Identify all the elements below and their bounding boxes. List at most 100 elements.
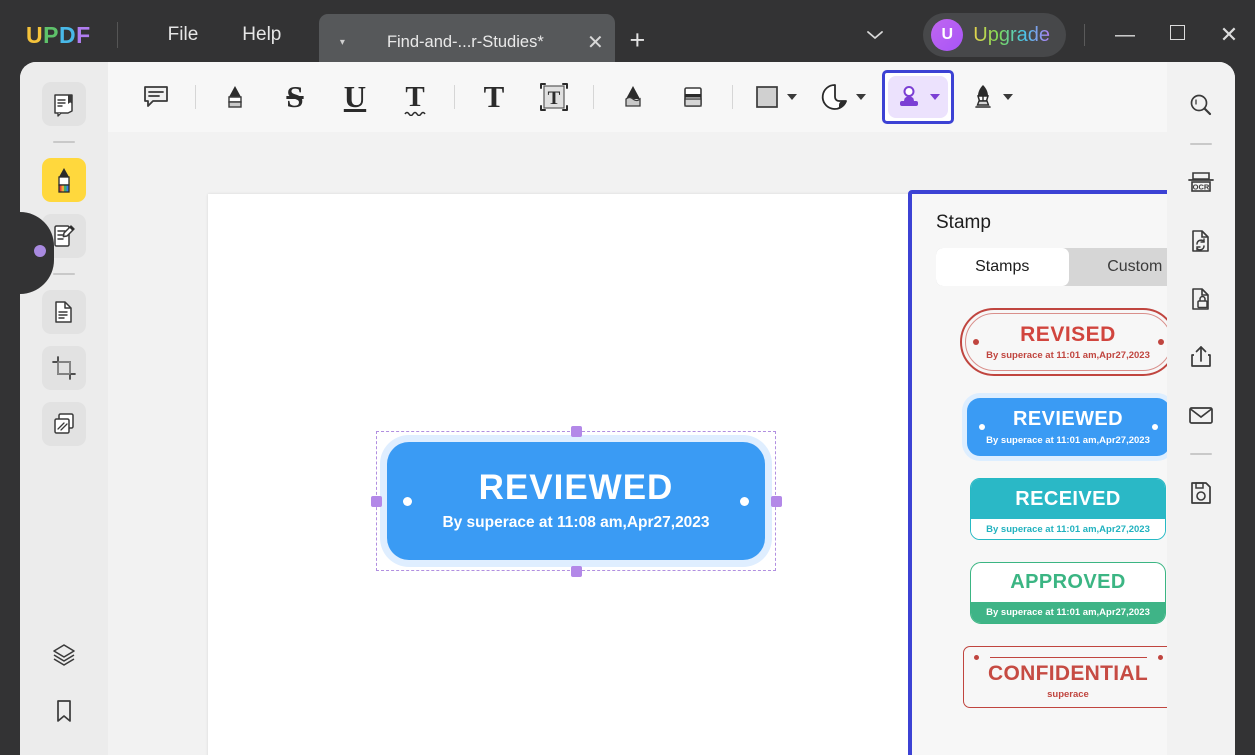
stamp-list: REVISED By superace at 11:01 am,Apr27,20… bbox=[936, 308, 1200, 708]
stamp-tool-highlight bbox=[882, 70, 954, 124]
menu-file[interactable]: File bbox=[146, 24, 221, 46]
resize-handle-top[interactable] bbox=[570, 425, 582, 437]
toolbar-divider-3 bbox=[593, 85, 594, 109]
squiggly-icon[interactable]: T bbox=[393, 75, 437, 119]
resize-handle-left[interactable] bbox=[370, 495, 382, 507]
chevron-down-icon[interactable] bbox=[856, 94, 866, 100]
right-sidebar: OCR bbox=[1167, 62, 1235, 755]
textbox-icon[interactable]: T bbox=[532, 75, 576, 119]
titlebar-divider bbox=[116, 22, 118, 48]
tab-dropdown-caret-icon[interactable]: ▾ bbox=[329, 37, 355, 48]
text-icon[interactable]: T bbox=[472, 75, 516, 119]
stamp-dot-left bbox=[973, 655, 979, 660]
chevron-down-icon[interactable] bbox=[930, 94, 940, 100]
stamp-icon[interactable] bbox=[888, 76, 948, 118]
stamp-dot-right bbox=[1157, 339, 1164, 345]
stamp-title: RECEIVED bbox=[1015, 487, 1121, 510]
stamp-subtitle-band: By superace at 11:01 am,Apr27,2023 bbox=[971, 519, 1165, 539]
toolbar-divider-1 bbox=[195, 85, 196, 109]
sidebar-item-crop[interactable] bbox=[42, 346, 86, 390]
stamp-title-band: RECEIVED bbox=[971, 479, 1165, 519]
document-area[interactable]: REVIEWED By superace at 11:08 am,Apr27,2… bbox=[108, 132, 1224, 755]
collapse-dot-icon[interactable] bbox=[34, 245, 46, 257]
sidebar-divider-2 bbox=[53, 273, 75, 275]
selected-stamp-annotation[interactable]: REVIEWED By superace at 11:08 am,Apr27,2… bbox=[370, 425, 782, 577]
updf-logo: U P D F bbox=[26, 22, 91, 49]
menu-help[interactable]: Help bbox=[220, 24, 303, 46]
tab-stamps[interactable]: Stamps bbox=[936, 248, 1069, 286]
minimize-button[interactable]: — bbox=[1099, 25, 1151, 45]
save-icon[interactable] bbox=[1180, 472, 1222, 514]
squiggly-glyph: T bbox=[405, 80, 425, 113]
underline-glyph: U bbox=[343, 79, 367, 114]
strikethrough-icon[interactable]: S bbox=[273, 75, 317, 119]
ocr-icon[interactable]: OCR bbox=[1180, 162, 1222, 204]
sidebar-item-batch[interactable] bbox=[42, 402, 86, 446]
resize-handle-bottom[interactable] bbox=[570, 565, 582, 577]
pencil-icon[interactable] bbox=[611, 75, 655, 119]
selection-box bbox=[376, 431, 776, 571]
share-icon[interactable] bbox=[1180, 336, 1222, 378]
sidebar-item-bookmarks[interactable] bbox=[42, 689, 86, 733]
close-button[interactable]: ✕ bbox=[1203, 22, 1255, 48]
stamp-dot-left bbox=[972, 339, 979, 345]
left-sidebar bbox=[20, 62, 108, 755]
chevron-down-icon[interactable] bbox=[865, 29, 917, 41]
stamp-panel-tabs: Stamps Custom bbox=[936, 248, 1201, 286]
stamp-dot-left bbox=[978, 424, 985, 430]
sticker-icon[interactable] bbox=[815, 75, 872, 119]
chevron-down-icon[interactable] bbox=[1003, 94, 1013, 100]
maximize-button[interactable] bbox=[1151, 25, 1203, 45]
protect-icon[interactable] bbox=[1180, 278, 1222, 320]
stamp-title: APPROVED bbox=[1010, 571, 1126, 593]
avatar: U bbox=[931, 19, 964, 51]
sidebar-divider-1 bbox=[53, 141, 75, 143]
stamp-subtitle: By superace at 11:01 am,Apr27,2023 bbox=[986, 523, 1150, 535]
stamp-subtitle-band: By superace at 11:01 am,Apr27,2023 bbox=[971, 602, 1165, 623]
logo-letter-p: P bbox=[43, 21, 59, 48]
stamp-dot-right bbox=[1157, 655, 1163, 660]
annotation-toolbar: S U T T T bbox=[108, 62, 1167, 132]
stamp-rule bbox=[989, 657, 1147, 659]
note-icon[interactable] bbox=[134, 75, 178, 119]
underline-icon[interactable]: U bbox=[333, 75, 377, 119]
search-icon[interactable] bbox=[1180, 84, 1222, 126]
logo-letter-d: D bbox=[58, 21, 77, 48]
stamp-option-approved[interactable]: APPROVED By superace at 11:01 am,Apr27,2… bbox=[970, 562, 1166, 624]
titlebar-right-group: U Upgrade — ✕ bbox=[865, 0, 1255, 70]
signature-icon[interactable] bbox=[964, 75, 1019, 119]
sidebar-item-reader[interactable] bbox=[42, 82, 86, 126]
upgrade-label: Upgrade bbox=[973, 23, 1050, 46]
stamp-subtitle: By superace at 11:01 am,Apr27,2023 bbox=[986, 607, 1150, 618]
titlebar-divider-2 bbox=[1084, 24, 1085, 46]
toolbar-divider-4 bbox=[732, 85, 733, 109]
stamp-option-received[interactable]: RECEIVED By superace at 11:01 am,Apr27,2… bbox=[970, 478, 1166, 540]
stamp-subtitle: superace bbox=[1047, 689, 1089, 700]
stamp-option-reviewed[interactable]: REVIEWED By superace at 11:01 am,Apr27,2… bbox=[966, 398, 1170, 456]
convert-icon[interactable] bbox=[1180, 220, 1222, 262]
email-icon[interactable] bbox=[1180, 394, 1222, 436]
logo-letter-f: F bbox=[76, 21, 91, 48]
svg-text:OCR: OCR bbox=[1193, 183, 1210, 192]
stamp-panel-title: Stamp bbox=[936, 212, 991, 233]
chevron-down-icon[interactable] bbox=[787, 94, 797, 100]
sidebar-item-layers[interactable] bbox=[42, 633, 86, 677]
eraser-icon[interactable] bbox=[671, 75, 715, 119]
stamp-title: REVISED bbox=[1020, 323, 1116, 346]
highlight-icon[interactable] bbox=[213, 75, 257, 119]
tab-close-icon[interactable]: ✕ bbox=[575, 30, 615, 55]
shape-icon[interactable] bbox=[748, 75, 803, 119]
stamp-title-band: APPROVED bbox=[971, 563, 1165, 602]
logo-letter-u: U bbox=[26, 21, 44, 48]
stamp-option-revised[interactable]: REVISED By superace at 11:01 am,Apr27,20… bbox=[959, 308, 1177, 376]
sidebar-item-annotate[interactable] bbox=[42, 158, 86, 202]
sidebar-item-page-tools[interactable] bbox=[42, 290, 86, 334]
resize-handle-right[interactable] bbox=[770, 495, 782, 507]
stamp-dot-right bbox=[1151, 424, 1158, 430]
upgrade-button[interactable]: U Upgrade bbox=[923, 13, 1066, 57]
stamp-title: CONFIDENTIAL bbox=[988, 662, 1148, 685]
title-bar: U P D F File Help ▾ Find-and-...r-Studie… bbox=[0, 0, 1255, 70]
maximize-icon bbox=[1169, 25, 1185, 40]
stamp-option-confidential[interactable]: CONFIDENTIAL superace bbox=[962, 646, 1174, 708]
stamp-subtitle: By superace at 11:01 am,Apr27,2023 bbox=[986, 435, 1150, 446]
